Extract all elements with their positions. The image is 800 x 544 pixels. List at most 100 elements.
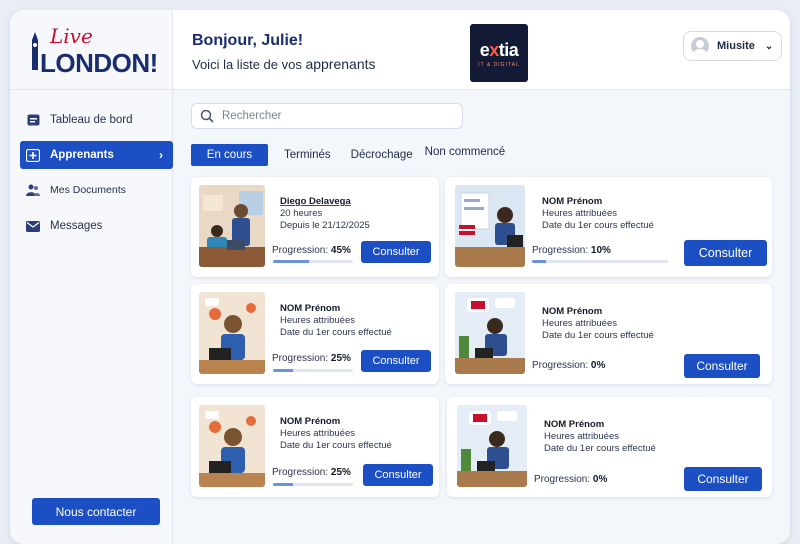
consult-button[interactable]: Consulter xyxy=(684,240,767,266)
learner-hours: Heures attribuées xyxy=(280,315,355,326)
brand-name: extia xyxy=(470,40,528,61)
progress-label-text: Progression: xyxy=(532,360,589,371)
tab-non-commence[interactable]: Non commencé xyxy=(419,143,512,161)
learner-hours: Heures attribuées xyxy=(542,318,617,329)
sidebar-nav: Tableau de bord Apprenants › Mes Documen… xyxy=(10,105,173,247)
progress-bar xyxy=(273,483,353,486)
status-tabs: En cours Terminés Décrochage Non commenc… xyxy=(191,144,525,166)
progress-value: 10% xyxy=(590,245,611,256)
extia-logo: extia IT & DIGITAL xyxy=(470,24,528,82)
sidebar-item-label: Tableau de bord xyxy=(50,114,133,126)
progress-label: Progression: 10% xyxy=(532,245,611,256)
search-input[interactable] xyxy=(222,110,452,122)
learner-illustration xyxy=(199,405,265,487)
learner-first-lesson-date: Date du 1er cours effectué xyxy=(544,443,656,454)
progress-label: Progression: 25% xyxy=(272,467,351,478)
learner-first-lesson-date: Date du 1er cours effectué xyxy=(542,220,654,231)
sidebar-item-label: Mes Documents xyxy=(50,184,126,196)
tab-en-cours[interactable]: En cours xyxy=(191,144,268,166)
learner-illustration xyxy=(455,185,525,267)
dashboard-icon xyxy=(26,114,40,126)
consult-button[interactable]: Consulter xyxy=(684,354,760,378)
consult-button[interactable]: Consulter xyxy=(363,464,433,486)
learner-illustration xyxy=(457,405,527,487)
sidebar: Live LONDON! Tableau de bord Apprenants … xyxy=(10,10,173,544)
brand-name-x: x xyxy=(489,40,499,60)
learner-illustration xyxy=(455,292,525,374)
app-window: Live LONDON! Tableau de bord Apprenants … xyxy=(10,10,790,544)
avatar xyxy=(691,37,709,55)
user-menu[interactable]: Miusite ⌄ xyxy=(683,31,782,61)
logo-london-text: LONDON! xyxy=(40,48,158,78)
learner-illustration xyxy=(199,292,265,374)
user-name: Miusite xyxy=(717,40,755,52)
contact-button[interactable]: Nous contacter xyxy=(32,498,160,525)
consult-button[interactable]: Consulter xyxy=(361,241,431,263)
progress-label-text: Progression: xyxy=(532,245,589,256)
search-icon xyxy=(200,109,214,123)
search-box[interactable] xyxy=(191,103,463,129)
learner-card: NOM Prénom Heures attribuées Date du 1er… xyxy=(445,284,772,384)
learner-name: NOM Prénom xyxy=(542,196,603,207)
learner-hours: Heures attribuées xyxy=(280,428,355,439)
progress-label-text: Progression: xyxy=(534,474,591,485)
learner-hours: Heures attribuées xyxy=(542,208,617,219)
progress-label: Progression: 0% xyxy=(534,474,607,485)
progress-bar xyxy=(273,260,353,263)
learner-name-text: Diego Delavega xyxy=(280,196,351,207)
progress-fill xyxy=(532,260,546,263)
progress-value: 0% xyxy=(592,474,608,485)
add-user-icon xyxy=(26,148,40,162)
consult-button[interactable]: Consulter xyxy=(684,467,762,491)
progress-label-text: Progression: xyxy=(272,467,329,478)
sidebar-item-label: Apprenants xyxy=(50,149,114,161)
progress-label-text: Progression: xyxy=(272,353,329,364)
sidebar-item-apprenants[interactable]: Apprenants › xyxy=(20,141,173,169)
logo-live-text: Live xyxy=(50,24,93,48)
subtitle-prefix: Voici la liste de vos xyxy=(192,57,306,72)
learner-card: Diego Delavega 20 heures Depuis le 21/12… xyxy=(191,177,439,277)
sidebar-item-label: Messages xyxy=(50,220,103,232)
progress-label-text: Progression: xyxy=(272,245,329,256)
progress-value: 25% xyxy=(330,353,351,364)
learner-card: NOM Prénom Heures attribuées Date du 1er… xyxy=(445,177,772,277)
page-subtitle: Voici la liste de vos apprenants xyxy=(192,56,376,72)
header: Bonjour, Julie! Voici la liste de vos ap… xyxy=(173,10,790,90)
progress-fill xyxy=(273,483,293,486)
learner-card: NOM Prénom Heures attribuées Date du 1er… xyxy=(191,284,439,384)
brand-tagline: IT & DIGITAL xyxy=(478,62,520,68)
progress-value: 45% xyxy=(330,245,351,256)
sidebar-item-dashboard[interactable]: Tableau de bord xyxy=(10,105,173,135)
learner-card: NOM Prénom Heures attribuées Date du 1er… xyxy=(447,397,772,497)
progress-label: Progression: 45% xyxy=(272,245,351,256)
learner-illustration xyxy=(199,185,265,267)
learner-name: Diego Delavega xyxy=(280,196,351,207)
chevron-right-icon: › xyxy=(159,148,163,162)
learner-card: NOM Prénom Heures attribuées Date du 1er… xyxy=(191,397,439,497)
subtitle-emphasis: apprenants xyxy=(305,56,376,72)
brand-name-part: tia xyxy=(498,40,519,60)
tab-decrochage[interactable]: Décrochage xyxy=(345,146,419,164)
people-icon xyxy=(26,184,40,196)
live-london-logo[interactable]: Live LONDON! xyxy=(10,10,173,90)
learner-first-lesson-date: Date du 1er cours effectué xyxy=(542,330,654,341)
progress-label: Progression: 25% xyxy=(272,353,351,364)
big-ben-icon xyxy=(32,32,38,70)
learner-first-lesson-date: Date du 1er cours effectué xyxy=(280,440,392,451)
consult-button[interactable]: Consulter xyxy=(361,350,431,372)
learner-hours: 20 heures xyxy=(280,208,323,219)
mail-icon xyxy=(26,220,40,232)
learner-name: NOM Prénom xyxy=(542,306,603,317)
progress-bar xyxy=(273,369,353,372)
progress-bar xyxy=(532,260,668,263)
sidebar-item-messages[interactable]: Messages xyxy=(10,211,173,241)
greeting-title: Bonjour, Julie! xyxy=(192,32,304,49)
progress-label: Progression: 0% xyxy=(532,360,605,371)
sidebar-item-documents[interactable]: Mes Documents xyxy=(10,175,173,205)
progress-fill xyxy=(273,369,293,372)
tab-termines[interactable]: Terminés xyxy=(278,146,337,164)
chevron-down-icon: ⌄ xyxy=(764,40,774,52)
brand-name-part: e xyxy=(479,40,490,60)
learner-name: NOM Prénom xyxy=(544,419,605,430)
progress-fill xyxy=(273,260,309,263)
